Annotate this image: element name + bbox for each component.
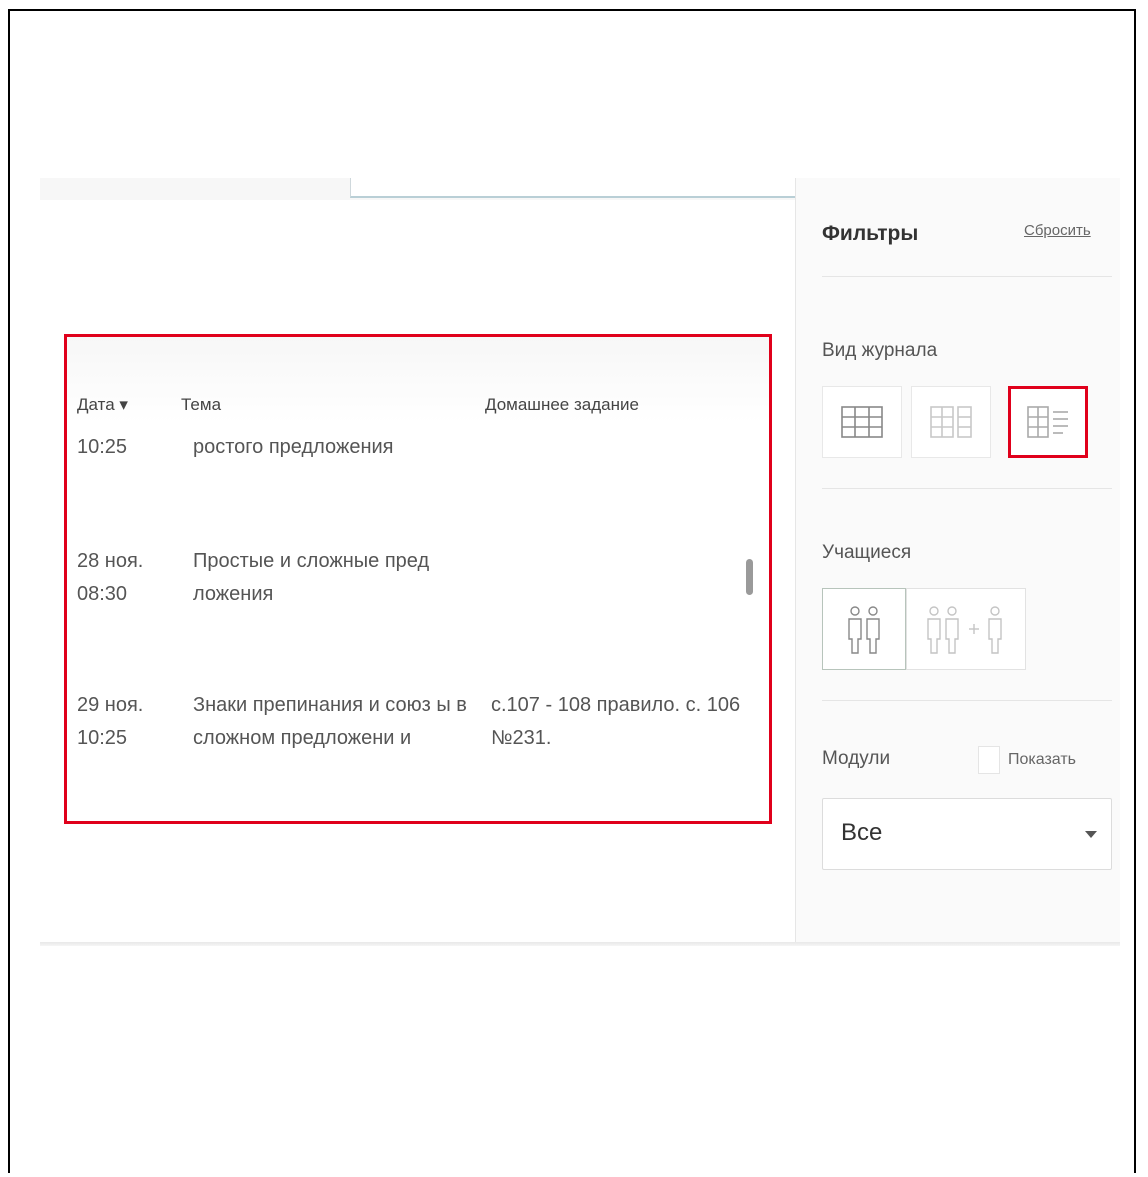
filters-title: Фильтры [822,222,919,245]
divider [822,488,1112,489]
students-all-button[interactable] [906,588,1026,670]
column-header-date[interactable]: Дата ▾ [77,395,128,415]
filters-sidebar: Фильтры Сбросить Вид журнала Учащиеся Мо… [795,178,1120,946]
row-3-topic[interactable]: Знаки препинания и союз ы в сложном пред… [193,689,479,755]
row-2-date: 28 ноя. 08:30 [77,550,144,605]
list-view-icon [1027,406,1068,438]
modules-show-checkbox[interactable] [978,746,1000,774]
chevron-down-icon [1085,831,1097,838]
row-3-homework[interactable]: с.107 - 108 правило. с. 106 №231. [491,689,751,755]
column-header-topic: Тема [181,395,222,414]
column-header-homework: Домашнее задание [485,395,639,414]
top-tab[interactable] [350,178,796,198]
view-grid-button[interactable] [822,386,902,458]
students-plus-icon [927,606,1002,654]
row-2-topic[interactable]: Простые и сложные пред ложения [193,545,479,611]
journal-view-label: Вид журнала [822,340,938,361]
divider [822,276,1112,277]
screenshot-bottom-edge [40,942,1120,946]
reset-filters-link[interactable]: Сбросить [1024,222,1091,239]
modules-show-label: Показать [1008,751,1077,768]
table-header-bar [67,337,769,423]
row-1-topic[interactable]: ростого предложения [193,431,479,464]
modules-select[interactable]: Все [822,798,1112,870]
row-3-date: 29 ноя. 10:25 [77,694,144,749]
grid-view-icon [841,406,883,438]
split-view-icon [930,406,972,438]
view-list-button[interactable] [1008,386,1088,458]
students-icon [848,606,880,654]
students-label: Учащиеся [822,542,912,563]
journal-screenshot: Дата ▾ Тема Домашнее задание 10:25 росто… [40,178,1120,946]
modules-select-value: Все [841,819,883,846]
row-1-date: 10:25 [77,436,128,458]
students-active-button[interactable] [822,588,906,670]
view-split-button[interactable] [911,386,991,458]
modules-show-toggle[interactable]: Показать [978,746,1076,774]
table-scrollbar[interactable] [746,559,753,595]
modules-label: Модули [822,748,891,769]
divider [822,700,1112,701]
journal-table: Дата ▾ Тема Домашнее задание 10:25 росто… [64,334,772,824]
